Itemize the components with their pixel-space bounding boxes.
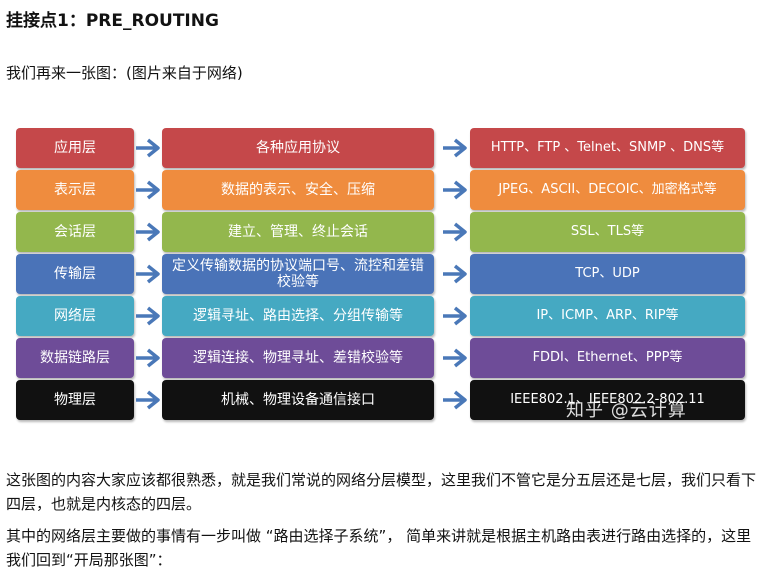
layer-row: 数据链路层 逻辑连接、物理寻址、差错校验等 FDDI、Ethernet、PPP等 bbox=[6, 338, 758, 380]
layer-row: 网络层 逻辑寻址、路由选择、分组传输等 IP、ICMP、ARP、RIP等 bbox=[6, 296, 758, 338]
layer-row: 表示层 数据的表示、安全、压缩 JPEG、ASCII、DECOIC、加密格式等 bbox=[6, 170, 758, 212]
body-paragraph: 这张图的内容大家应该都很熟悉，就是我们常说的网络分层模型，这里我们不管它是分五层… bbox=[6, 471, 757, 513]
layer-function: 建立、管理、终止会话 bbox=[162, 212, 434, 252]
layer-row: 会话层 建立、管理、终止会话 SSL、TLS等 bbox=[6, 212, 758, 254]
layer-protocols: JPEG、ASCII、DECOIC、加密格式等 bbox=[470, 170, 745, 210]
arrow-right-icon bbox=[136, 306, 160, 326]
layer-row: 应用层 各种应用协议 HTTP、FTP 、Telnet、SNMP 、DNS等 bbox=[6, 128, 758, 170]
layer-function: 机械、物理设备通信接口 bbox=[162, 380, 434, 420]
layer-protocols: HTTP、FTP 、Telnet、SNMP 、DNS等 bbox=[470, 128, 745, 168]
arrow-right-icon bbox=[443, 222, 467, 242]
layer-function: 定义传输数据的协议端口号、流控和差错校验等 bbox=[162, 254, 434, 294]
layer-function: 逻辑寻址、路由选择、分组传输等 bbox=[162, 296, 434, 336]
arrow-right-icon bbox=[443, 390, 467, 410]
layer-row: 传输层 定义传输数据的协议端口号、流控和差错校验等 TCP、UDP bbox=[6, 254, 758, 296]
intro-text: 我们再来一张图：(图片来自于网络) bbox=[6, 64, 243, 82]
arrow-right-icon bbox=[136, 390, 160, 410]
watermark: 知乎 @云计算 bbox=[566, 400, 687, 421]
layer-name: 数据链路层 bbox=[16, 338, 134, 378]
arrow-right-icon bbox=[443, 180, 467, 200]
arrow-right-icon bbox=[443, 306, 467, 326]
layer-protocols: TCP、UDP bbox=[470, 254, 745, 294]
layer-name: 网络层 bbox=[16, 296, 134, 336]
layer-name: 应用层 bbox=[16, 128, 134, 168]
layer-protocols: IP、ICMP、ARP、RIP等 bbox=[470, 296, 745, 336]
osi-model-figure: 应用层 各种应用协议 HTTP、FTP 、Telnet、SNMP 、DNS等 表… bbox=[6, 118, 758, 436]
layer-protocols: SSL、TLS等 bbox=[470, 212, 745, 252]
arrow-right-icon bbox=[443, 138, 467, 158]
arrow-right-icon bbox=[443, 348, 467, 368]
arrow-right-icon bbox=[136, 264, 160, 284]
section-heading: 挂接点1：PRE_ROUTING bbox=[6, 11, 219, 31]
arrow-right-icon bbox=[136, 180, 160, 200]
layer-name: 传输层 bbox=[16, 254, 134, 294]
arrow-right-icon bbox=[136, 138, 160, 158]
layer-name: 物理层 bbox=[16, 380, 134, 420]
layer-name: 会话层 bbox=[16, 212, 134, 252]
layer-function: 数据的表示、安全、压缩 bbox=[162, 170, 434, 210]
arrow-right-icon bbox=[136, 348, 160, 368]
arrow-right-icon bbox=[443, 264, 467, 284]
layer-function: 各种应用协议 bbox=[162, 128, 434, 168]
layer-name: 表示层 bbox=[16, 170, 134, 210]
body-paragraph: 其中的网络层主要做的事情有一步叫做 “路由选择子系统”， 简单来讲就是根据主机路… bbox=[6, 527, 752, 569]
arrow-right-icon bbox=[136, 222, 160, 242]
layer-protocols: FDDI、Ethernet、PPP等 bbox=[470, 338, 745, 378]
layer-function: 逻辑连接、物理寻址、差错校验等 bbox=[162, 338, 434, 378]
